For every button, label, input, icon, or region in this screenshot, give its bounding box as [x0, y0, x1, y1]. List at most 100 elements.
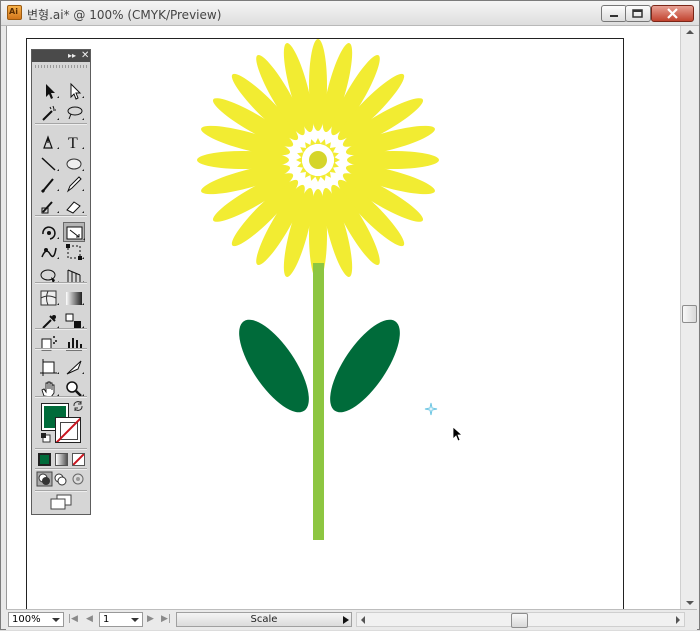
panel-grip[interactable] — [35, 65, 87, 68]
paintbrush-tool[interactable] — [38, 174, 60, 194]
swap-fill-stroke-icon[interactable] — [72, 400, 84, 412]
divider — [35, 396, 87, 398]
status-bar: 100% |◀ ◀ 1 ▶ ▶| Scale — [6, 609, 697, 630]
type-tool[interactable]: T — [63, 132, 85, 152]
none-mode-icon — [73, 454, 84, 465]
eraser-icon — [66, 201, 84, 214]
screen-mode-icon[interactable] — [49, 494, 75, 510]
minimize-icon — [610, 15, 618, 17]
pen-icon — [43, 135, 59, 149]
tools-panel[interactable]: ▸▸ ✕ T — [31, 49, 91, 515]
free-transform-tool[interactable] — [63, 242, 85, 262]
zoom-dropdown[interactable]: 100% — [8, 612, 64, 627]
restore-button[interactable] — [625, 5, 651, 22]
divider — [35, 490, 87, 492]
type-icon: T — [68, 135, 84, 152]
divider — [35, 123, 87, 125]
status-menu-icon[interactable] — [343, 616, 349, 624]
document-window: Ai 변형.ai* @ 100% (CMYK/Preview) 100% |◀ … — [0, 0, 700, 630]
color-mode-button[interactable] — [38, 453, 51, 466]
scale-icon — [66, 226, 85, 240]
last-page-icon[interactable]: ▶| — [161, 614, 171, 624]
pencil-tool[interactable] — [63, 174, 85, 194]
mesh-tool[interactable] — [38, 288, 60, 308]
rotate-icon — [42, 226, 59, 240]
paintbrush-icon — [40, 178, 59, 194]
scroll-right-icon[interactable] — [676, 616, 680, 624]
lasso-icon — [67, 106, 84, 120]
page-number-value: 1 — [103, 614, 110, 625]
vertical-scroll-thumb[interactable] — [682, 305, 697, 323]
close-button[interactable] — [651, 5, 694, 22]
eraser-tool[interactable] — [63, 196, 85, 216]
chevron-down-icon — [131, 618, 139, 622]
symbol-sprayer-tool[interactable] — [38, 333, 60, 353]
status-text: Scale — [250, 614, 278, 625]
horizontal-scroll-thumb[interactable] — [511, 613, 528, 628]
drawing-mode-icons[interactable] — [36, 471, 86, 487]
next-page-icon[interactable]: ▶ — [147, 614, 154, 624]
warp-icon — [41, 247, 59, 259]
divider — [35, 282, 87, 284]
warp-tool[interactable] — [38, 242, 60, 262]
free-transform-icon — [66, 244, 84, 260]
pencil-icon — [66, 176, 84, 193]
symbol-sprayer-icon — [41, 336, 59, 351]
slice-icon — [66, 360, 84, 375]
title-bar[interactable]: Ai 변형.ai* @ 100% (CMYK/Preview) — [1, 1, 699, 26]
rotate-tool[interactable] — [38, 222, 60, 242]
scroll-down-icon[interactable] — [686, 601, 694, 605]
gradient-tool[interactable] — [63, 288, 85, 308]
pen-tool[interactable] — [38, 132, 60, 152]
divider — [35, 448, 87, 450]
magic-wand-icon — [42, 105, 59, 121]
gradient-icon — [66, 292, 84, 305]
artboard[interactable] — [26, 38, 624, 619]
illustrator-app-icon: Ai — [7, 5, 22, 20]
blob-brush-icon — [41, 201, 59, 214]
direct-selection-icon — [70, 82, 84, 100]
divider — [35, 348, 87, 350]
restore-icon — [632, 9, 643, 18]
ellipse-tool[interactable] — [63, 154, 85, 174]
magic-wand-tool[interactable] — [38, 103, 60, 123]
previous-page-icon[interactable]: ◀ — [86, 614, 93, 624]
scroll-up-icon[interactable] — [686, 30, 694, 34]
artboard-tool[interactable] — [38, 357, 60, 377]
default-fill-stroke-icon[interactable] — [40, 432, 52, 444]
scroll-left-icon[interactable] — [361, 616, 365, 624]
blob-brush-tool[interactable] — [38, 196, 60, 216]
tools-panel-header[interactable]: ▸▸ ✕ — [32, 50, 90, 62]
direct-selection-tool[interactable] — [63, 81, 85, 101]
artboard-icon — [40, 359, 59, 376]
scale-tool[interactable] — [63, 222, 85, 242]
close-icon — [667, 8, 678, 19]
lasso-tool[interactable] — [63, 103, 85, 123]
stroke-swatch[interactable] — [55, 417, 81, 443]
minimize-button[interactable] — [601, 5, 627, 22]
divider — [35, 215, 87, 217]
horizontal-scrollbar[interactable] — [356, 612, 685, 628]
line-segment-tool[interactable] — [38, 154, 60, 174]
collapse-panel-icon[interactable]: ▸▸ — [68, 51, 76, 60]
window-title: 변형.ai* @ 100% (CMYK/Preview) — [27, 8, 222, 22]
ellipse-icon — [66, 158, 84, 171]
selection-icon — [46, 84, 59, 99]
close-panel-icon[interactable]: ✕ — [81, 50, 89, 61]
slice-tool[interactable] — [63, 357, 85, 377]
column-graph-icon — [66, 338, 84, 351]
page-number-dropdown[interactable]: 1 — [99, 612, 143, 627]
mesh-icon — [40, 290, 59, 306]
none-mode-button[interactable] — [72, 453, 85, 466]
app-icon-label: Ai — [9, 7, 18, 16]
first-page-icon[interactable]: |◀ — [68, 614, 78, 624]
column-graph-tool[interactable] — [63, 333, 85, 353]
document-canvas[interactable] — [6, 26, 681, 619]
divider — [35, 328, 87, 330]
selection-tool[interactable] — [38, 81, 60, 101]
gradient-mode-button[interactable] — [55, 453, 68, 466]
anchor-point-cursor-icon — [424, 402, 438, 416]
divider — [35, 468, 87, 470]
status-field[interactable]: Scale — [176, 612, 352, 627]
vertical-scrollbar[interactable] — [680, 26, 698, 609]
